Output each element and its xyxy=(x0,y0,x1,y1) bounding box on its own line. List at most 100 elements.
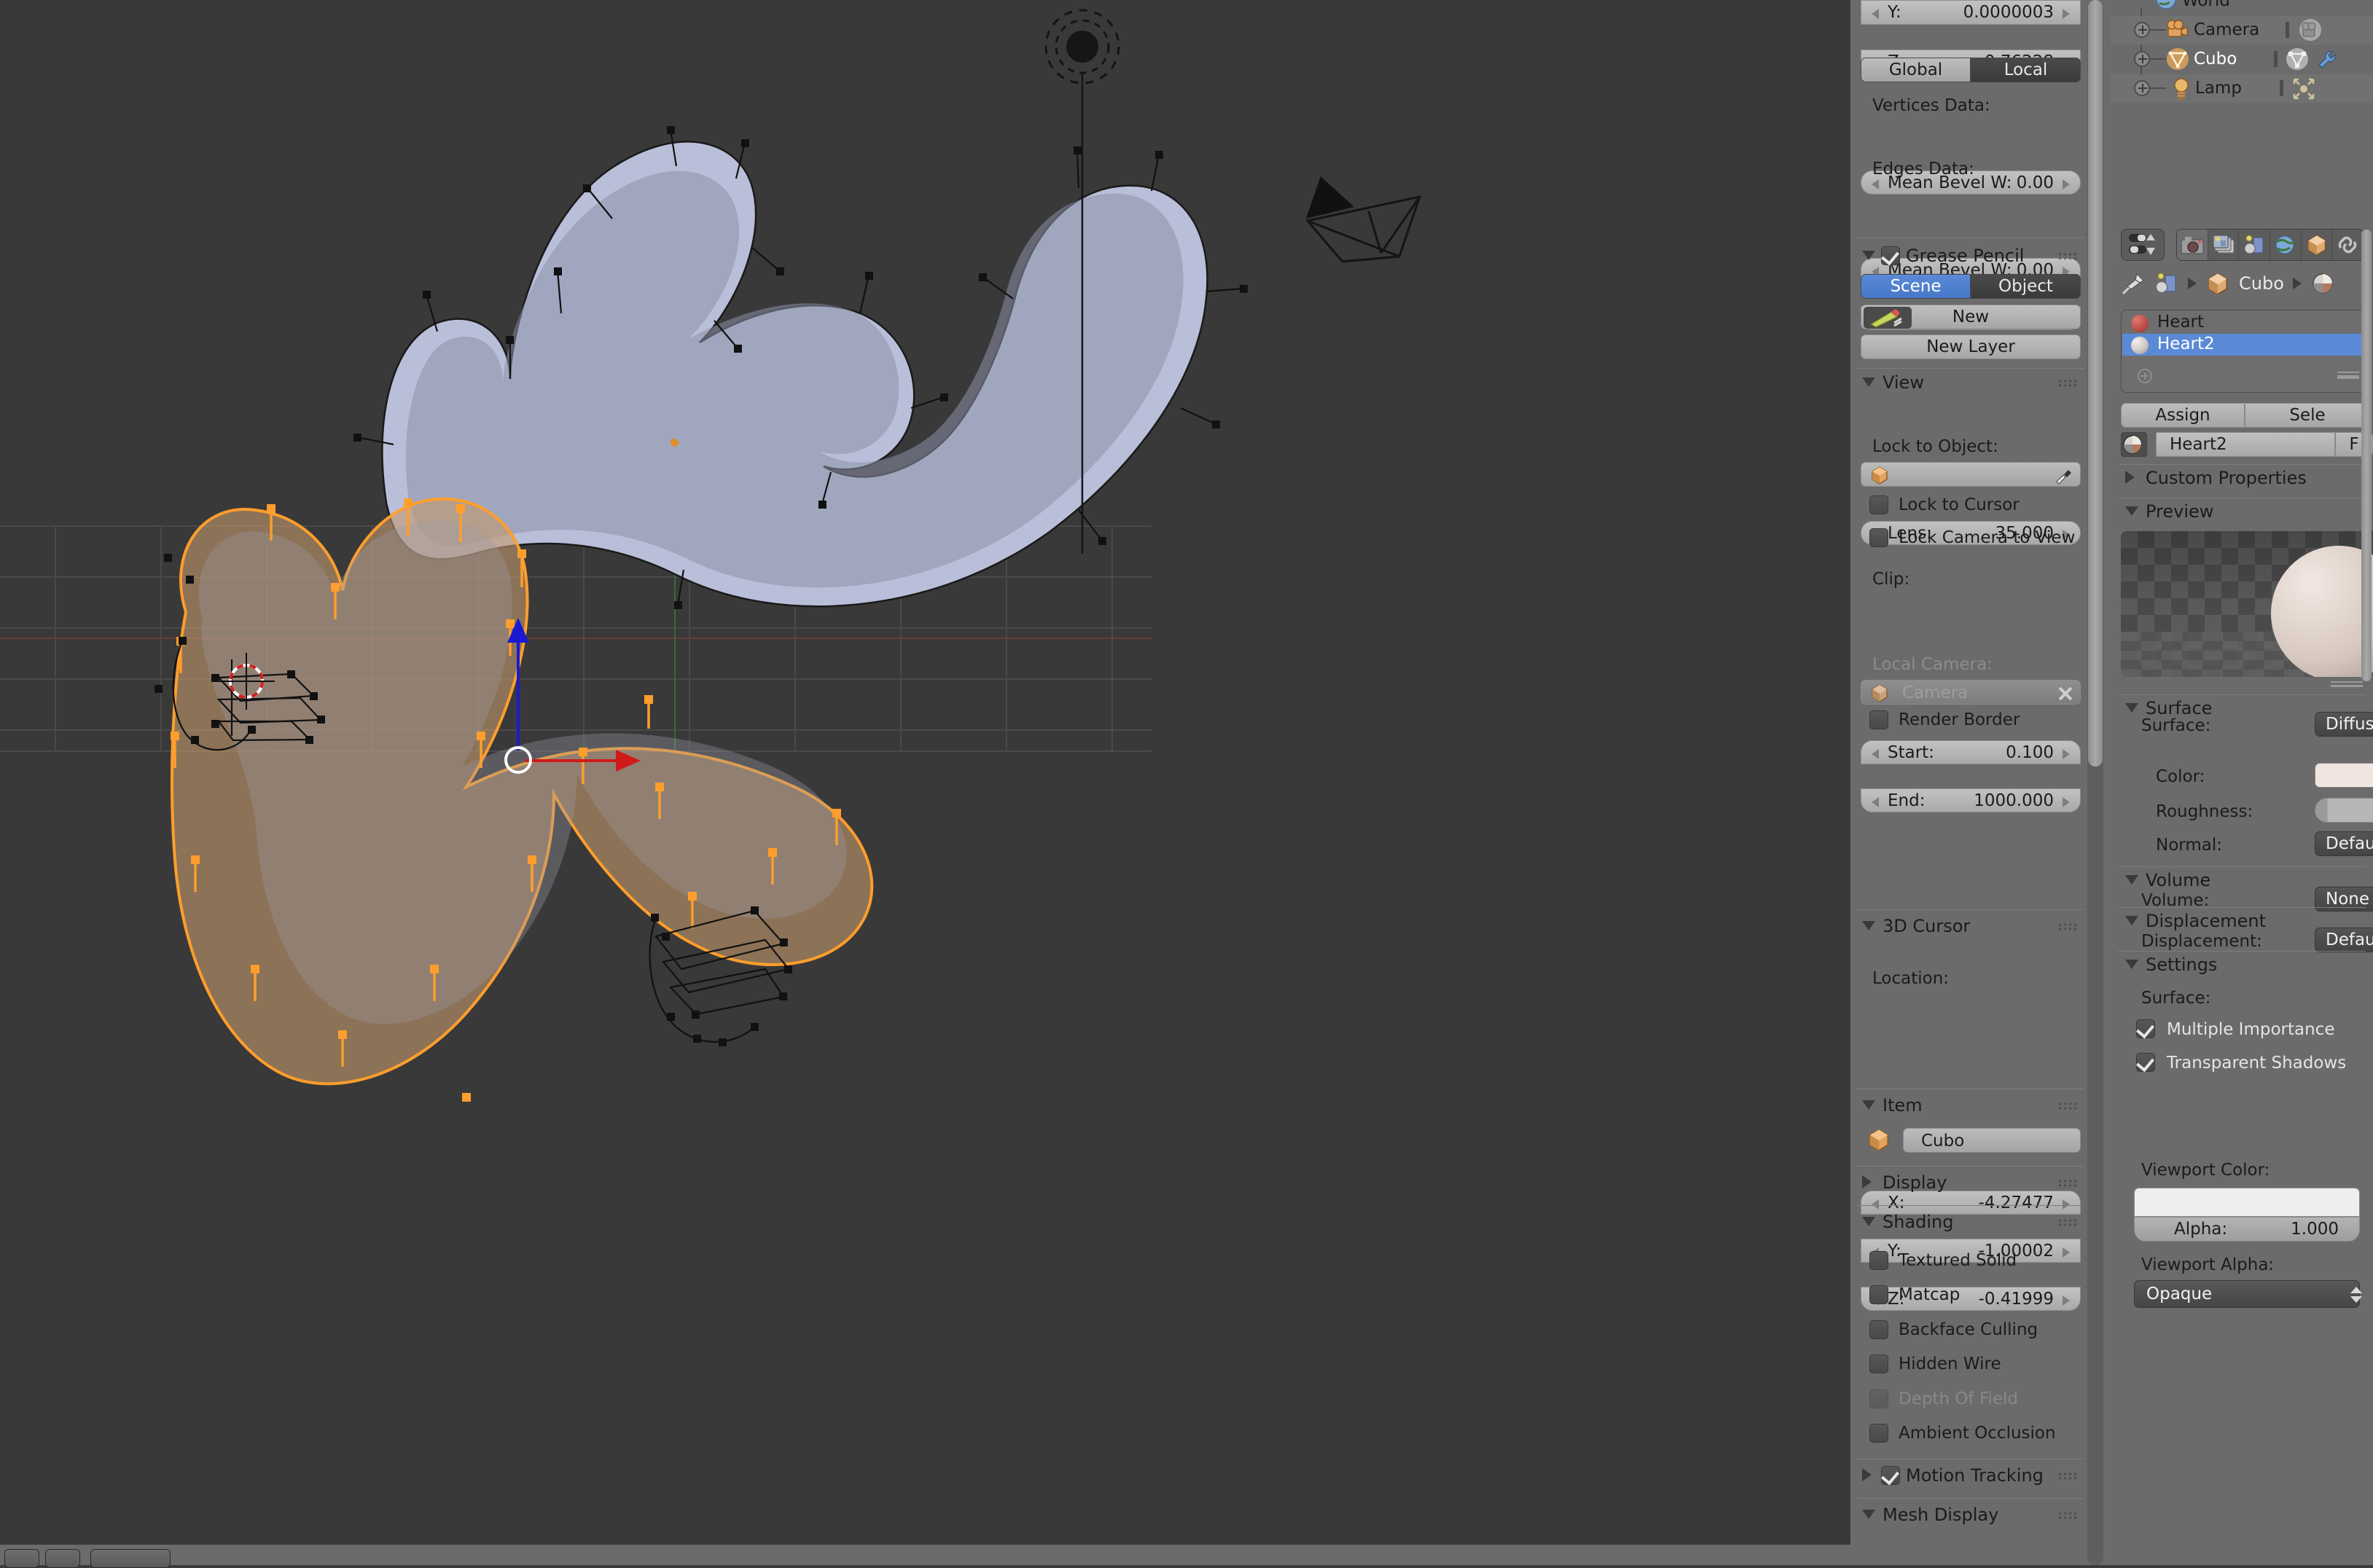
editor-type-button[interactable] xyxy=(2122,230,2164,260)
gp-object-button[interactable]: Object xyxy=(1971,274,2081,299)
pin-icon[interactable] xyxy=(2121,272,2146,295)
cursor-z-field[interactable]: Z: -0.41999 xyxy=(1861,1287,2081,1311)
material-name-field[interactable]: Heart2 xyxy=(2156,432,2335,457)
render-border-checkbox[interactable] xyxy=(1869,710,1888,729)
grease-pencil-source-toggle[interactable]: Scene Object xyxy=(1861,274,2081,299)
scene-icon[interactable] xyxy=(2154,272,2179,295)
ambient-occlusion-checkbox[interactable] xyxy=(1869,1424,1888,1443)
view-properties-panel[interactable]: Y: 0.0000003 Z: -0.76228 Global Local Ve… xyxy=(1850,0,2111,1565)
breadcrumb[interactable]: Cubo xyxy=(2121,267,2335,299)
outliner-row-camera[interactable]: Camera xyxy=(2111,16,2373,44)
color-swatch[interactable] xyxy=(2315,763,2373,788)
expand-icon[interactable] xyxy=(2134,51,2150,67)
decrement-arrow-icon[interactable] xyxy=(1872,179,1879,189)
increment-arrow-icon[interactable] xyxy=(2063,179,2070,189)
add-material-slot-icon[interactable] xyxy=(2138,369,2152,383)
header-button[interactable] xyxy=(45,1549,80,1568)
textured-solid-checkbox[interactable] xyxy=(1869,1251,1888,1270)
assign-button[interactable]: Assign xyxy=(2121,403,2245,428)
increment-arrow-icon[interactable] xyxy=(2063,9,2070,19)
roughness-slider[interactable] xyxy=(2315,798,2373,823)
transparent-shadows-checkbox[interactable] xyxy=(2136,1053,2155,1072)
increment-arrow-icon[interactable] xyxy=(2063,1295,2070,1306)
clip-end-field[interactable]: End: 1000.000 xyxy=(1861,788,2081,812)
increment-arrow-icon[interactable] xyxy=(2063,1247,2070,1258)
3d-viewport[interactable] xyxy=(0,0,1850,1545)
properties-tabs[interactable] xyxy=(2176,229,2364,261)
tab-render-layers[interactable] xyxy=(2208,230,2240,260)
material-icon[interactable] xyxy=(2121,432,2147,457)
gizmo-arrow-y[interactable] xyxy=(507,618,529,643)
header-button[interactable] xyxy=(4,1549,39,1568)
gizmo-axis-y[interactable] xyxy=(517,641,520,750)
outliner-row-world[interactable]: World xyxy=(2111,0,2373,15)
increment-arrow-icon[interactable] xyxy=(2063,797,2070,807)
grease-pencil-checkbox[interactable] xyxy=(1881,246,1900,265)
viewport-alpha-dropdown[interactable]: Opaque xyxy=(2134,1280,2362,1308)
lock-to-object-field[interactable] xyxy=(1861,462,2081,487)
surface-shader-dropdown[interactable]: Diffuse xyxy=(2315,712,2373,737)
outliner-editor[interactable]: World Camera Cubo Lamp xyxy=(2111,0,2373,222)
expand-icon[interactable] xyxy=(2134,22,2150,38)
item-panel-header[interactable]: Item xyxy=(1850,1093,2091,1119)
displacement-dropdown[interactable]: Default xyxy=(2315,928,2373,952)
gp-new-layer-button[interactable]: New Layer xyxy=(1861,334,2081,359)
decrement-arrow-icon[interactable] xyxy=(1872,749,1879,759)
normal-dropdown[interactable]: Default xyxy=(2315,831,2373,856)
close-icon[interactable] xyxy=(2057,685,2074,702)
select-button[interactable]: Sele xyxy=(2245,403,2370,428)
custom-properties-header[interactable]: Custom Properties xyxy=(2111,466,2373,492)
orientation-local-button[interactable]: Local xyxy=(1971,58,2081,82)
hidden-wire-checkbox[interactable] xyxy=(1869,1355,1888,1373)
expand-icon[interactable] xyxy=(2134,80,2150,96)
tab-render[interactable] xyxy=(2177,230,2208,260)
property-pin-group[interactable] xyxy=(2121,229,2165,261)
material-slot-row[interactable]: Heart xyxy=(2122,312,2369,334)
decrement-arrow-icon[interactable] xyxy=(1872,797,1879,807)
decrement-arrow-icon[interactable] xyxy=(1872,1199,1879,1210)
object-cube-icon[interactable] xyxy=(2205,272,2230,295)
material-slot-row[interactable]: Heart2 xyxy=(2122,334,2369,356)
decrement-arrow-icon[interactable] xyxy=(1872,9,1879,19)
display-panel-header[interactable]: Display xyxy=(1850,1170,2091,1196)
increment-arrow-icon[interactable] xyxy=(2063,1199,2070,1210)
tab-constraints[interactable] xyxy=(2332,230,2364,260)
properties-editor[interactable]: Cubo Heart Heart2 Assign Sele Heart2 F C… xyxy=(2111,222,2373,1565)
material-icon[interactable] xyxy=(2310,272,2335,295)
orientation-global-button[interactable]: Global xyxy=(1861,58,1971,82)
tab-object[interactable] xyxy=(2302,230,2333,260)
clip-start-field[interactable]: Start: 0.100 xyxy=(1861,740,2081,764)
orientation-toggle[interactable]: Global Local xyxy=(1861,58,2081,82)
gp-scene-button[interactable]: Scene xyxy=(1861,274,1971,299)
item-object-name-field[interactable]: Cubo xyxy=(1903,1128,2081,1153)
material-slot-list[interactable]: Heart Heart2 xyxy=(2121,310,2369,393)
outliner-row-lamp[interactable]: Lamp xyxy=(2111,74,2373,103)
mesh-display-panel-header[interactable]: Mesh Display xyxy=(1850,1502,2091,1529)
tab-world[interactable] xyxy=(2270,230,2302,260)
tab-scene[interactable] xyxy=(2239,230,2271,260)
motion-tracking-checkbox[interactable] xyxy=(1881,1466,1900,1485)
grease-pencil-panel-header[interactable]: Grease Pencil xyxy=(1850,243,2091,270)
outliner-row-cubo[interactable]: Cubo xyxy=(2111,45,2373,74)
preview-panel-header[interactable]: Preview xyxy=(2111,499,2373,525)
backface-culling-checkbox[interactable] xyxy=(1869,1320,1888,1339)
shading-panel-header[interactable]: Shading xyxy=(1850,1210,2091,1236)
header-button[interactable] xyxy=(90,1549,171,1568)
list-resize-grip[interactable] xyxy=(2337,372,2359,379)
gizmo-axis-x[interactable] xyxy=(525,759,620,762)
lock-camera-to-view-checkbox[interactable] xyxy=(1869,528,1888,547)
viewport-color-swatch[interactable] xyxy=(2134,1188,2360,1217)
material-preview[interactable] xyxy=(2121,531,2373,677)
lock-to-cursor-checkbox[interactable] xyxy=(1869,495,1888,514)
properties-tab-strip[interactable] xyxy=(2121,229,2364,261)
cursor3d-panel-header[interactable]: 3D Cursor xyxy=(1850,914,2091,940)
preview-resize-grip[interactable] xyxy=(2331,681,2363,687)
motion-tracking-panel-header[interactable]: Motion Tracking xyxy=(1850,1463,2091,1489)
increment-arrow-icon[interactable] xyxy=(2063,749,2070,759)
local-camera-field[interactable]: Camera xyxy=(1861,680,2081,705)
gizmo-arrow-x[interactable] xyxy=(616,750,641,772)
settings-panel-header[interactable]: Settings xyxy=(2111,952,2373,979)
view-panel-header[interactable]: View xyxy=(1850,370,2091,396)
eyedropper-icon[interactable] xyxy=(2054,466,2074,485)
properties-scrollbar[interactable] xyxy=(2361,230,2372,681)
